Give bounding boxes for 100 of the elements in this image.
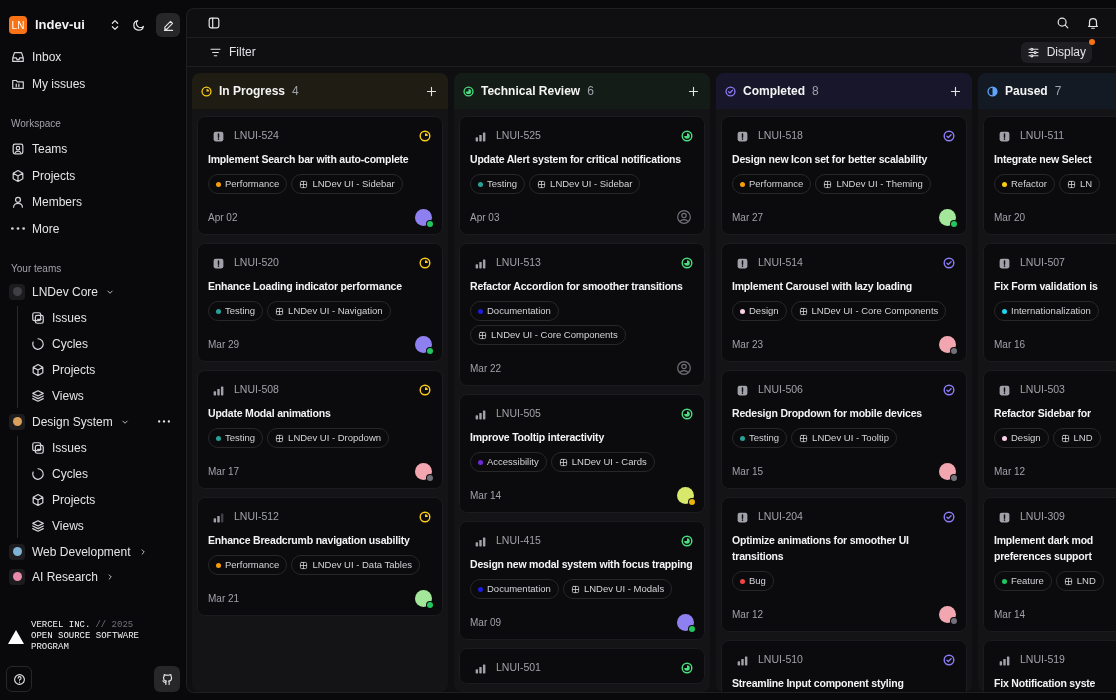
layers-icon: [31, 518, 45, 533]
sidebar-item[interactable]: Projects: [26, 357, 180, 382]
issue-count: 8: [812, 83, 819, 100]
team-item[interactable]: Design System: [6, 410, 158, 433]
cycle-icon: [31, 336, 45, 351]
issue-card[interactable]: LNUI-501: [459, 648, 705, 684]
issue-id: LNUI-519: [1020, 652, 1065, 668]
avatar[interactable]: [415, 208, 432, 226]
label-text: Testing: [749, 430, 780, 445]
sidebar-item[interactable]: Issues: [26, 305, 180, 330]
add-icon[interactable]: [425, 84, 438, 98]
issue-card[interactable]: LNUI-511 Integrate new Select Refactor LN Mar 20: [983, 116, 1116, 235]
avatar[interactable]: [939, 605, 956, 623]
label-text: Feature: [1011, 573, 1044, 588]
project-text: LNDev UI - Modals: [583, 581, 665, 596]
avatar[interactable]: [415, 589, 432, 607]
due-date: Apr 03: [470, 210, 500, 225]
team-item[interactable]: Web Development: [6, 540, 180, 563]
due-date: Mar 09: [470, 615, 502, 630]
issue-title: Improve Tooltip interactivity: [470, 430, 606, 445]
issue-id: LNUI-513: [496, 255, 541, 271]
issue-card[interactable]: LNUI-525 Update Alert system for critical notifications Testing LNDev UI - Sidebar Apr 03: [459, 116, 705, 235]
issue-card[interactable]: LNUI-518 Design new Icon set for better scalability Performance LNDev UI - Theming Mar 27: [721, 116, 967, 235]
issue-card[interactable]: LNUI-513 Refactor Accordion for smoother transitions Documentation LNDev UI - Core Components Mar 22: [459, 243, 705, 386]
issue-card[interactable]: LNUI-204 Optimize animations for smoother UI transitions Bug Mar 12: [721, 497, 967, 632]
project-text: LNDev UI - Core Components: [811, 303, 939, 318]
issue-card[interactable]: LNUI-519 Fix Notification syste: [983, 640, 1116, 692]
avatar[interactable]: [677, 486, 694, 504]
sidebar-item[interactable]: Members: [6, 190, 180, 214]
issue-card[interactable]: LNUI-506 Redesign Dropdown for mobile devices Testing LNDev UI - Tooltip Mar 15: [721, 370, 967, 489]
due-date: Mar 12: [994, 464, 1026, 479]
filter-button[interactable]: Filter: [209, 43, 256, 61]
sidebar-item[interactable]: Views: [26, 383, 180, 408]
sidebar-item[interactable]: Cycles: [26, 331, 180, 356]
issue-card[interactable]: LNUI-415 Design new modal system with focus trapping Documentation LNDev UI - Modals Mar 09: [459, 521, 705, 640]
issue-title: Optimize animations for smoother UI transitions: [732, 533, 910, 564]
avatar[interactable]: [939, 208, 956, 226]
avatar[interactable]: [939, 462, 956, 480]
grid-icon: [799, 433, 809, 443]
issue-card[interactable]: LNUI-510 Streamline Input component styling: [721, 640, 967, 692]
issue-id: LNUI-520: [234, 255, 279, 271]
due-date: Mar 14: [994, 607, 1026, 622]
issue-card[interactable]: LNUI-524 Implement Search bar with auto-complete Performance LNDev UI - Sidebar Apr 02: [197, 116, 443, 235]
avatar[interactable]: [677, 613, 694, 631]
section-label: Your teams: [10, 261, 63, 275]
in-progress-icon: [418, 510, 432, 524]
sidebar-item[interactable]: Teams: [6, 137, 180, 161]
team-item[interactable]: AI Research: [6, 565, 180, 588]
issue-card[interactable]: LNUI-507 Fix Form validation is Internationalization Mar 16: [983, 243, 1116, 362]
issue-card[interactable]: LNUI-512 Enhance Breadcrumb navigation usability Performance LNDev UI - Data Tables Mar 21: [197, 497, 443, 616]
issue-id: LNUI-501: [496, 660, 541, 676]
sidebar-item[interactable]: More: [6, 216, 180, 241]
sidebar-item[interactable]: My issues: [6, 72, 180, 96]
sidebar-toggle-icon[interactable]: [207, 16, 221, 30]
sidebar-item[interactable]: Issues: [26, 435, 180, 460]
avatar[interactable]: [939, 335, 956, 353]
search-icon[interactable]: [1056, 16, 1070, 30]
issue-card[interactable]: LNUI-508 Update Modal animations Testing LNDev UI - Dropdown Mar 17: [197, 370, 443, 489]
issue-id: LNUI-524: [234, 128, 279, 144]
project-text: LNDev UI - Core Components: [491, 327, 618, 342]
unassigned-avatar-icon[interactable]: [676, 360, 692, 376]
avatar[interactable]: [415, 335, 432, 353]
issue-card[interactable]: LNUI-503 Refactor Sidebar for Design LND Mar 12: [983, 370, 1116, 489]
company-name: VERCEL INC.: [31, 620, 91, 631]
label-text: Testing: [225, 303, 256, 318]
issue-title: Design new modal system with focus trapping: [470, 557, 694, 572]
sidebar-item[interactable]: Projects: [26, 487, 180, 512]
grid-icon: [299, 179, 309, 189]
bell-icon[interactable]: [1086, 16, 1100, 30]
issue-card[interactable]: LNUI-309 Implement dark mod preferences support Feature LND Mar 14: [983, 497, 1116, 632]
due-date: Apr 02: [208, 210, 238, 225]
sidebar-item[interactable]: Inbox: [6, 45, 180, 69]
column-title: Paused: [1005, 83, 1048, 100]
moon-icon[interactable]: [132, 18, 146, 32]
column-title: Technical Review: [481, 83, 581, 100]
project-text: LNDev UI - Sidebar: [550, 176, 633, 191]
unassigned-avatar-icon[interactable]: [676, 209, 692, 225]
grid-icon: [570, 584, 580, 594]
team-item[interactable]: LNDev Core: [6, 280, 180, 303]
github-button[interactable]: [154, 666, 180, 692]
sidebar-item[interactable]: Views: [26, 513, 180, 538]
display-button[interactable]: Display: [1020, 41, 1092, 63]
sidebar-item[interactable]: Projects: [6, 163, 180, 188]
layers-icon: [31, 388, 45, 403]
review-status-icon: [680, 407, 694, 421]
due-date: Mar 12: [732, 607, 764, 622]
due-date: Mar 27: [732, 210, 764, 225]
issue-card[interactable]: LNUI-520 Enhance Loading indicator performance Testing LNDev UI - Navigation Mar 29: [197, 243, 443, 362]
issue-card[interactable]: LNUI-514 Implement Carousel with lazy loading Design LNDev UI - Core Components Mar 23: [721, 243, 967, 362]
help-button[interactable]: [6, 666, 32, 692]
sidebar-item[interactable]: Cycles: [26, 461, 180, 486]
edit-button[interactable]: [156, 13, 180, 37]
add-icon[interactable]: [687, 84, 700, 98]
more-icon[interactable]: [158, 420, 170, 423]
workspace-name[interactable]: lndev-ui: [35, 15, 85, 35]
issue-card[interactable]: LNUI-505 Improve Tooltip interactivity Accessibility LNDev UI - Cards Mar 14: [459, 394, 705, 513]
check-circle-icon: [942, 256, 956, 270]
avatar[interactable]: [415, 462, 432, 480]
add-icon[interactable]: [949, 84, 962, 98]
issue-title: Streamline Input component styling: [732, 676, 905, 691]
